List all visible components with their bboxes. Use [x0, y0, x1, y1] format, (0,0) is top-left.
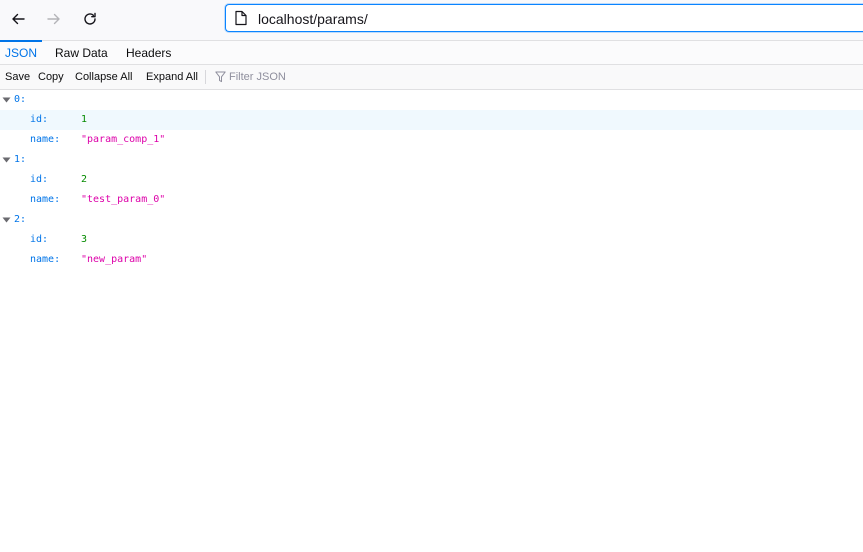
browser-toolbar: localhost/params/ [0, 0, 863, 40]
json-key: name: [30, 254, 61, 265]
json-key: name: [30, 194, 61, 205]
save-button[interactable]: Save [5, 65, 30, 89]
json-key: name: [30, 134, 61, 145]
twisty-expanded-icon[interactable] [2, 97, 11, 103]
json-key: id: [30, 114, 49, 125]
json-key: 1: [14, 154, 27, 165]
json-number-value: 2 [81, 174, 88, 185]
forward-arrow-icon [47, 13, 60, 25]
json-number-value: 1 [81, 114, 88, 125]
tab-raw-data[interactable]: Raw Data [50, 41, 113, 65]
url-bar[interactable]: localhost/params/ [225, 4, 863, 32]
tree-row[interactable]: id: 1 [0, 110, 863, 130]
tree-row[interactable]: name: "new_param" [0, 250, 863, 270]
forward-button[interactable] [41, 6, 67, 32]
json-key: id: [30, 174, 49, 185]
json-key: 0: [14, 94, 27, 105]
tab-json[interactable]: JSON [0, 40, 43, 65]
tree-row[interactable]: name: "param_comp_1" [0, 130, 863, 150]
filter-icon [215, 71, 226, 83]
json-viewer-tabs: JSON Raw Data Headers [0, 40, 863, 65]
tree-row[interactable]: id: 3 [0, 230, 863, 250]
twisty-expanded-icon[interactable] [2, 217, 11, 223]
expand-all-button[interactable]: Expand All [146, 65, 198, 89]
tree-row-index[interactable]: 0: [0, 90, 863, 110]
toolbar-divider [205, 70, 206, 84]
action-bar: Save Copy Collapse All Expand All [0, 65, 863, 90]
reload-button[interactable] [77, 6, 103, 32]
tree-row[interactable]: id: 2 [0, 170, 863, 190]
json-key: 2: [14, 214, 27, 225]
reload-icon [84, 12, 96, 25]
json-string-value: "new_param" [81, 254, 148, 265]
collapse-all-button[interactable]: Collapse All [75, 65, 132, 89]
tree-row[interactable]: name: "test_param_0" [0, 190, 863, 210]
json-tree: 0: id: 1 name: "param_comp_1" 1: id: 2 n… [0, 90, 863, 270]
tab-headers[interactable]: Headers [121, 41, 176, 65]
copy-button[interactable]: Copy [38, 65, 64, 89]
tree-row-index[interactable]: 1: [0, 150, 863, 170]
json-string-value: "test_param_0" [81, 194, 166, 205]
tree-row-index[interactable]: 2: [0, 210, 863, 230]
page-icon [235, 10, 247, 26]
filter-json-input[interactable] [229, 68, 429, 86]
back-arrow-icon [12, 13, 25, 25]
twisty-expanded-icon[interactable] [2, 157, 11, 163]
json-key: id: [30, 234, 49, 245]
url-text[interactable]: localhost/params/ [258, 11, 368, 27]
back-button[interactable] [5, 6, 31, 32]
json-number-value: 3 [81, 234, 88, 245]
json-string-value: "param_comp_1" [81, 134, 166, 145]
